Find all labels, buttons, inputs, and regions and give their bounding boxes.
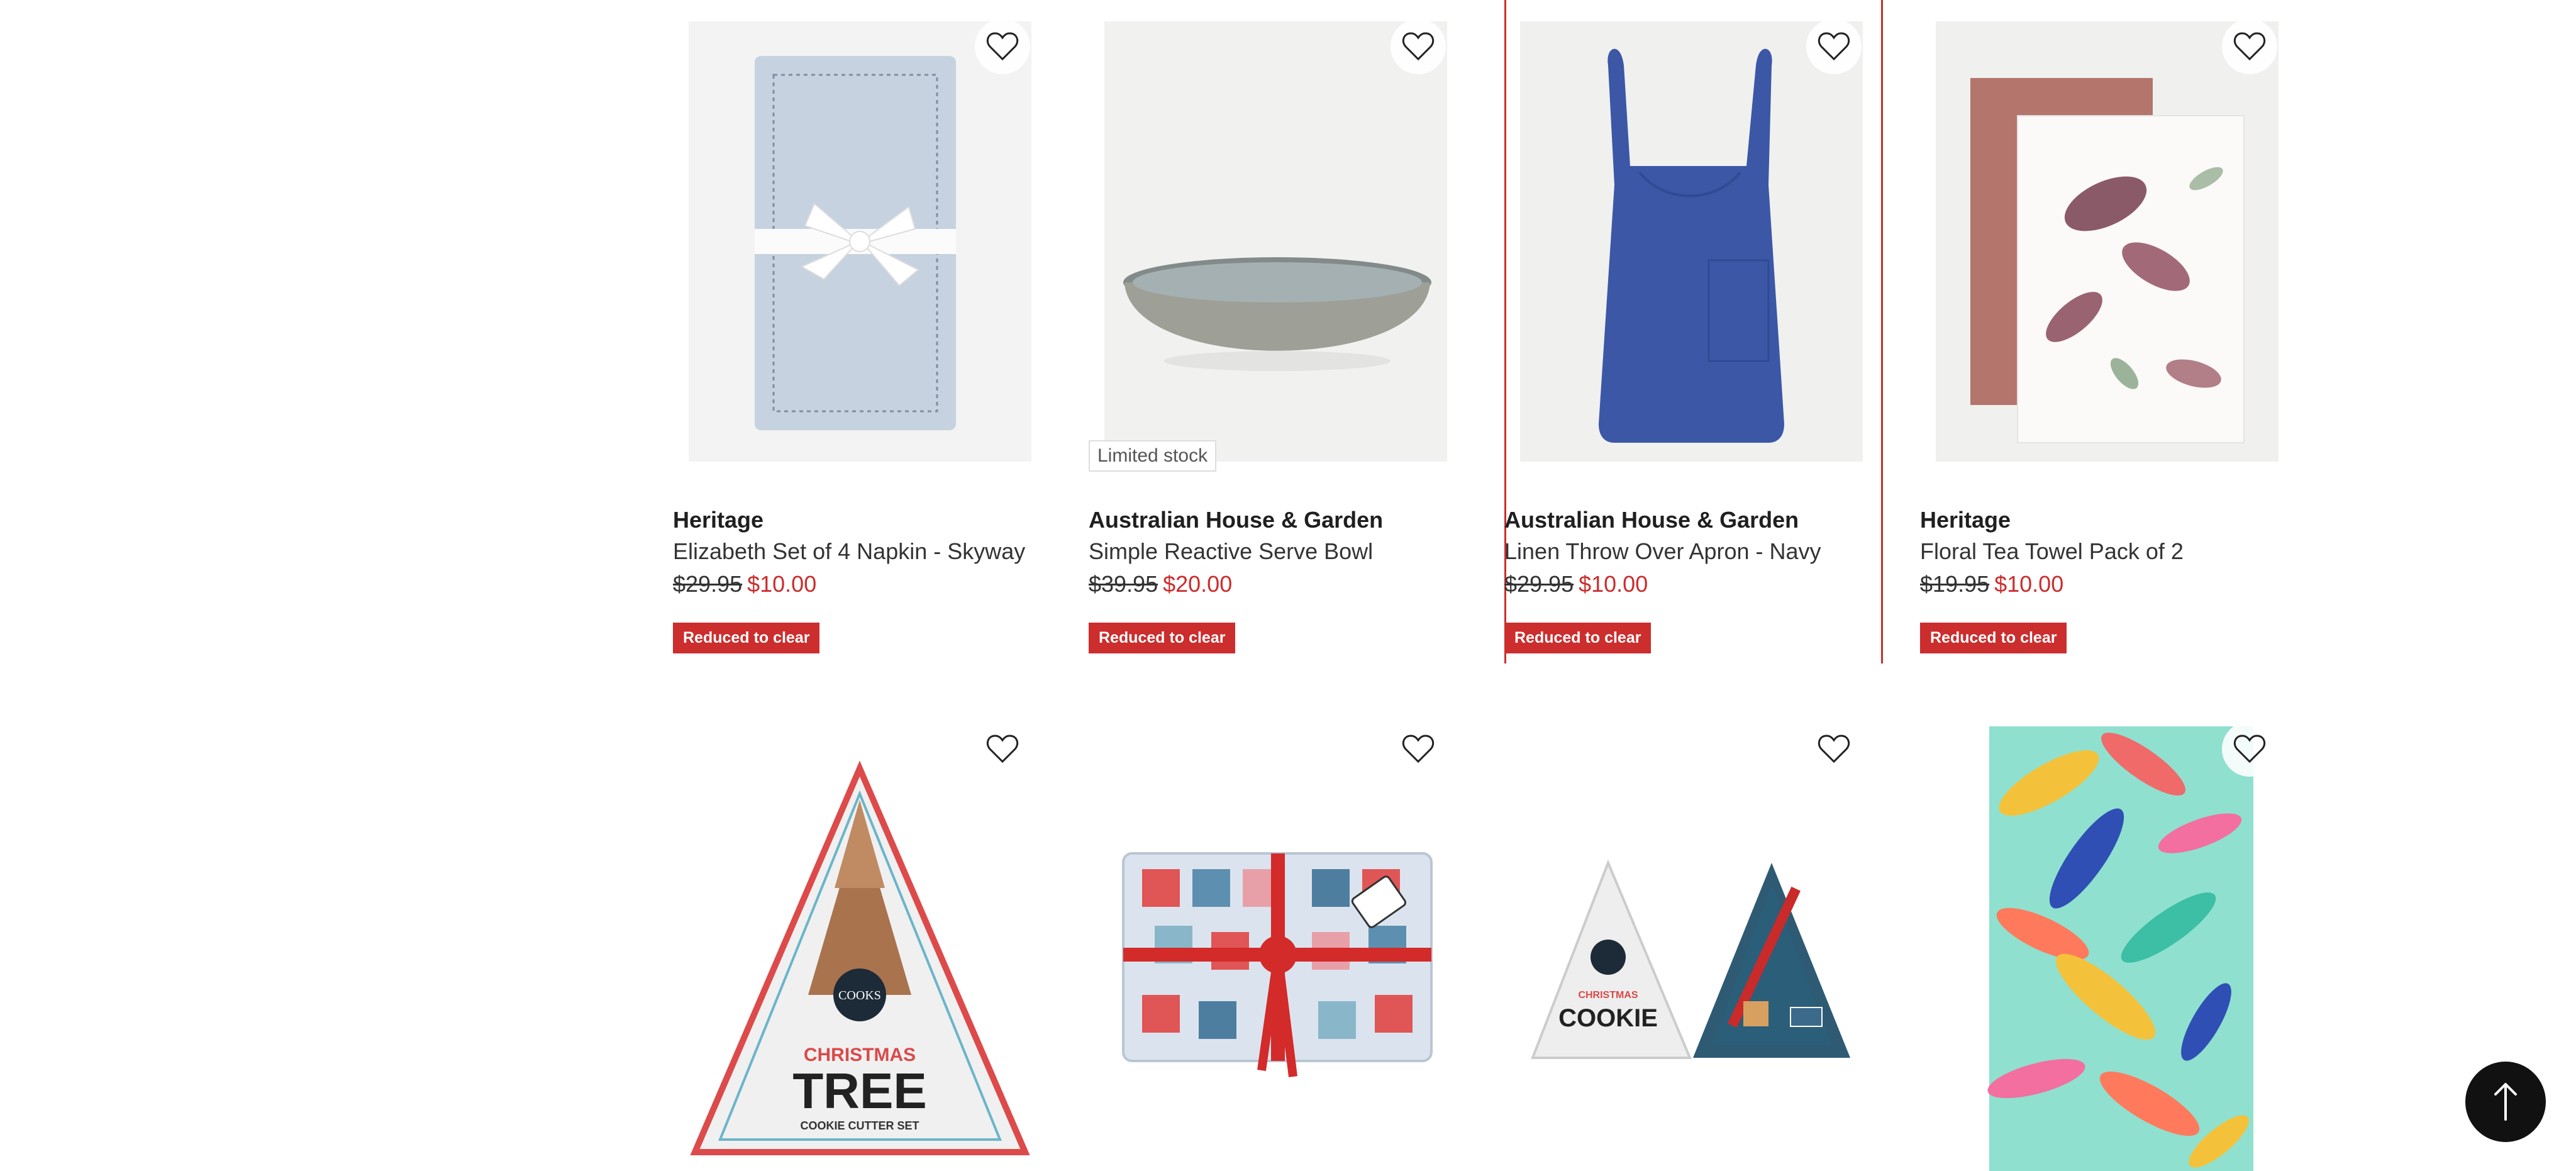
- cooks-logo: COOKS: [838, 989, 881, 1002]
- product-image[interactable]: [1520, 21, 1863, 462]
- product-card[interactable]: CHRISTMAS COOKIE: [1504, 721, 1882, 1171]
- product-prices: $39.95 $20.00: [1089, 571, 1232, 597]
- product-card[interactable]: [1089, 721, 1466, 1171]
- original-price: $29.95: [1504, 571, 1574, 597]
- wishlist-heart-icon[interactable]: [1391, 721, 1446, 777]
- product-name[interactable]: Elizabeth Set of 4 Napkin - Skyway: [673, 538, 1025, 565]
- limited-stock-label: Limited stock: [1089, 440, 1217, 472]
- original-price: $29.95: [673, 571, 743, 597]
- original-price: $39.95: [1089, 571, 1158, 597]
- wishlist-heart-icon[interactable]: [1391, 19, 1446, 74]
- product-card[interactable]: Limited stock Australian House & Garden …: [1089, 0, 1466, 667]
- product-brand[interactable]: Heritage: [1920, 507, 2011, 533]
- sale-price: $10.00: [1579, 571, 1648, 597]
- product-image[interactable]: [1104, 21, 1447, 462]
- product-card[interactable]: Australian House & Garden Linen Throw Ov…: [1504, 0, 1882, 667]
- product-image[interactable]: [1104, 743, 1447, 1171]
- box-title: TREE: [792, 1063, 926, 1119]
- sale-price: $10.00: [1994, 571, 2064, 597]
- product-card[interactable]: COOKS CHRISTMAS TREE COOKIE CUTTER SET: [673, 721, 1050, 1171]
- reduced-badge: Reduced to clear: [1920, 623, 2067, 653]
- wishlist-heart-icon[interactable]: [1806, 721, 1862, 777]
- wishlist-heart-icon[interactable]: [2222, 721, 2277, 777]
- product-brand[interactable]: Australian House & Garden: [1089, 507, 1383, 533]
- wishlist-heart-icon[interactable]: [1806, 19, 1862, 74]
- box-text: CHRISTMAS: [1578, 990, 1638, 1001]
- product-image[interactable]: COOKS CHRISTMAS TREE COOKIE CUTTER SET: [689, 743, 1031, 1171]
- product-name[interactable]: Floral Tea Towel Pack of 2: [1920, 538, 2184, 565]
- product-brand[interactable]: Australian House & Garden: [1504, 507, 1799, 533]
- sale-price: $20.00: [1163, 571, 1233, 597]
- reduced-badge: Reduced to clear: [673, 623, 820, 653]
- product-name[interactable]: Linen Throw Over Apron - Navy: [1504, 538, 1821, 565]
- product-card[interactable]: [1920, 721, 2297, 1171]
- product-image[interactable]: [689, 21, 1031, 462]
- product-image[interactable]: [1936, 21, 2279, 462]
- reduced-badge: Reduced to clear: [1504, 623, 1652, 653]
- product-prices: $29.95 $10.00: [673, 571, 816, 597]
- product-image[interactable]: [1936, 726, 2279, 1171]
- arrow-up-icon: [2494, 1083, 2517, 1121]
- product-brand[interactable]: Heritage: [673, 507, 763, 533]
- product-name[interactable]: Simple Reactive Serve Bowl: [1089, 538, 1373, 565]
- back-to-top-button[interactable]: [2465, 1062, 2546, 1142]
- box-subtitle: COOKIE CUTTER SET: [800, 1119, 919, 1132]
- product-prices: $19.95 $10.00: [1920, 571, 2063, 597]
- product-card[interactable]: Heritage Elizabeth Set of 4 Napkin - Sky…: [673, 0, 1050, 667]
- original-price: $19.95: [1920, 571, 1990, 597]
- product-card[interactable]: Heritage Floral Tea Towel Pack of 2 $19.…: [1920, 0, 2297, 667]
- reduced-badge: Reduced to clear: [1089, 623, 1236, 653]
- wishlist-heart-icon[interactable]: [2222, 19, 2277, 74]
- product-image[interactable]: CHRISTMAS COOKIE: [1520, 743, 1863, 1171]
- box-title: COOKIE: [1558, 1004, 1658, 1032]
- wishlist-heart-icon[interactable]: [975, 19, 1030, 74]
- product-prices: $29.95 $10.00: [1504, 571, 1648, 597]
- wishlist-heart-icon[interactable]: [975, 721, 1030, 777]
- sale-price: $10.00: [747, 571, 817, 597]
